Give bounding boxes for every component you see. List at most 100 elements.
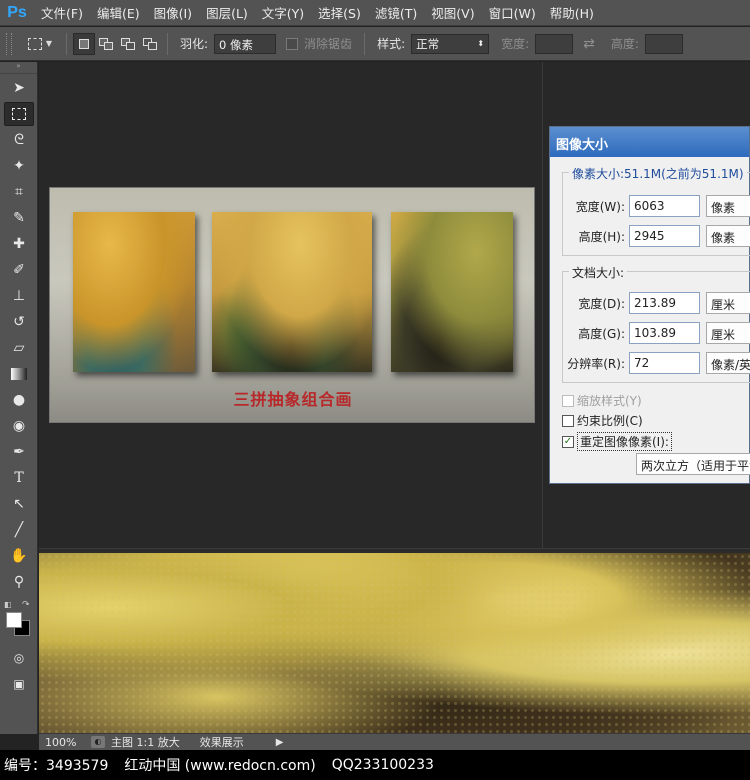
type-tool-icon[interactable]: T (4, 466, 34, 490)
feather-input[interactable]: 0 像素 (214, 33, 277, 54)
dodge-tool-icon[interactable]: ◉ (4, 414, 34, 438)
tool-preset-picker[interactable]: ▼ (20, 32, 60, 56)
blur-tool-icon[interactable]: ● (4, 388, 34, 412)
resample-label: 重定图像像素(I): (577, 432, 672, 451)
menu-image[interactable]: 图像(I) (147, 3, 199, 22)
watermark-qq: QQ233100233 (331, 757, 434, 773)
constrain-proportions-option[interactable]: 约束比例(C) (562, 412, 643, 429)
texture-detail-image (39, 553, 750, 733)
lasso-tool-icon[interactable]: ᘓ (4, 128, 34, 152)
doc-info-text: 主图 1:1 放大 (111, 736, 180, 749)
status-bar: 100% ◐ 主图 1:1 放大 效果展示 ▶ (39, 733, 750, 750)
style-select-value: 正常 (416, 36, 440, 51)
resample-checkbox-checked[interactable]: ✓ (562, 435, 574, 448)
intersect-selection-icon (143, 37, 157, 50)
pixel-height-unit-select[interactable]: 像素 (706, 225, 750, 247)
menu-bar: Ps 文件(F) 编辑(E) 图像(I) 图层(L) 文字(Y) 选择(S) 滤… (0, 0, 750, 26)
canvas-divider (542, 62, 543, 548)
menu-layer[interactable]: 图层(L) (199, 3, 255, 22)
crop-tool-icon[interactable]: ⌗ (4, 180, 34, 204)
style-select[interactable]: 正常 ⬍ (411, 33, 490, 54)
default-colors-icon[interactable]: ◧ (4, 600, 12, 609)
add-to-selection-button[interactable] (95, 33, 117, 55)
play-icon[interactable]: ▶ (276, 737, 284, 748)
antialias-checkbox[interactable] (286, 37, 299, 50)
document-info-icon[interactable]: ◐ (91, 736, 105, 748)
pixel-dimensions-title: 像素大小:51.1M(之前为51.1M) (569, 165, 747, 182)
subtract-from-selection-button[interactable] (117, 33, 139, 55)
screen-mode-icon[interactable]: ▣ (4, 672, 34, 696)
art-panel-left (73, 212, 195, 372)
constrain-proportions-checkbox[interactable] (562, 414, 574, 427)
resample-option[interactable]: ✓ 重定图像像素(I): (562, 432, 672, 451)
color-swatches: ◧ ↷ (0, 600, 38, 644)
width-input[interactable] (535, 33, 574, 54)
pixel-height-input[interactable]: 2945 (629, 225, 700, 247)
swap-arrows-icon[interactable]: ⇄ (583, 36, 595, 52)
document-size-group: 文档大小: 宽度(D): 213.89 厘米 高度(G): 103.89 厘米 … (562, 264, 750, 383)
dialog-title[interactable]: 图像大小 (550, 127, 749, 157)
magic-wand-tool-icon[interactable]: ✦ (4, 154, 34, 178)
pixel-width-label: 宽度(W): (575, 199, 625, 214)
menu-view[interactable]: 视图(V) (424, 3, 481, 22)
new-selection-button[interactable] (73, 32, 95, 55)
resolution-input[interactable]: 72 (629, 352, 700, 374)
watermark-site: 红动中国 (www.redocn.com) (124, 758, 316, 774)
art-panel-right (391, 212, 513, 372)
path-selection-tool-icon[interactable]: ↖ (4, 492, 34, 516)
healing-brush-tool-icon[interactable]: ✚ (4, 232, 34, 256)
pixel-width-unit-select[interactable]: 像素 (706, 195, 750, 217)
clone-stamp-tool-icon[interactable]: ⊥ (4, 284, 34, 308)
quick-mask-icon[interactable]: ◎ (4, 646, 34, 670)
pixel-height-label: 高度(H): (578, 229, 625, 244)
options-bar-grip[interactable] (6, 32, 12, 55)
separator (364, 32, 366, 55)
hand-tool-icon[interactable]: ✋ (4, 544, 34, 568)
menu-type[interactable]: 文字(Y) (255, 3, 311, 22)
zoom-tool-icon[interactable]: ⚲ (4, 570, 34, 594)
doc-height-unit-select[interactable]: 厘米 (706, 322, 750, 344)
foreground-color-swatch[interactable] (6, 612, 22, 628)
rectangular-marquee-icon (27, 37, 42, 50)
gradient-tool-icon[interactable] (4, 362, 34, 386)
eraser-tool-icon[interactable]: ▱ (4, 336, 34, 360)
watermark-id: 编号：3493579 (4, 758, 109, 774)
move-tool-icon[interactable]: ➤ (4, 76, 34, 100)
history-brush-tool-icon[interactable]: ↺ (4, 310, 34, 334)
menu-edit[interactable]: 编辑(E) (90, 3, 147, 22)
eyedropper-tool-icon[interactable]: ✎ (4, 206, 34, 230)
photoshop-logo: Ps (7, 3, 27, 21)
scale-styles-checkbox[interactable] (562, 394, 574, 407)
zoom-level[interactable]: 100% (39, 736, 85, 749)
separator (66, 32, 67, 55)
pixel-width-input[interactable]: 6063 (629, 195, 700, 217)
swap-colors-icon[interactable]: ↷ (22, 600, 30, 610)
marquee-tool-icon[interactable] (4, 102, 34, 126)
brush-tool-icon[interactable]: ✐ (4, 258, 34, 282)
intersect-selection-button[interactable] (139, 33, 161, 55)
line-tool-icon[interactable]: ╱ (4, 518, 34, 542)
pixel-width-row: 宽度(W): 6063 像素 (563, 195, 750, 217)
height-input[interactable] (644, 33, 683, 54)
height-label: 高度: (610, 37, 639, 51)
doc-width-unit-select[interactable]: 厘米 (706, 292, 750, 314)
scale-styles-option[interactable]: 缩放样式(Y) (562, 392, 642, 409)
resolution-unit-select[interactable]: 像素/英寸 (706, 352, 750, 374)
effect-text: 效果展示 (199, 736, 244, 749)
doc-height-label: 高度(G): (578, 326, 625, 341)
menu-file[interactable]: 文件(F) (34, 3, 90, 22)
canvas-texture-overlay (39, 553, 750, 733)
menu-window[interactable]: 窗口(W) (482, 3, 543, 22)
menu-select[interactable]: 选择(S) (311, 3, 368, 22)
menu-filter[interactable]: 滤镜(T) (368, 3, 424, 22)
menu-help[interactable]: 帮助(H) (543, 3, 601, 22)
pen-tool-icon[interactable]: ✒ (4, 440, 34, 464)
tools-panel: » ➤ ᘓ ✦ ⌗ ✎ ✚ ✐ ⊥ ↺ ▱ ● ◉ ✒ T ↖ ╱ ✋ ⚲ ◧ … (0, 62, 38, 734)
doc-height-input[interactable]: 103.89 (629, 322, 700, 344)
pixel-height-row: 高度(H): 2945 像素 (563, 225, 750, 247)
resample-method-select[interactable]: 两次立方（适用于平滑渐变） (636, 453, 750, 475)
feather-label: 羽化: (180, 37, 209, 51)
doc-width-input[interactable]: 213.89 (629, 292, 700, 314)
tools-panel-collapse-icon[interactable]: » (0, 62, 37, 74)
scale-styles-label: 缩放样式(Y) (577, 394, 642, 408)
